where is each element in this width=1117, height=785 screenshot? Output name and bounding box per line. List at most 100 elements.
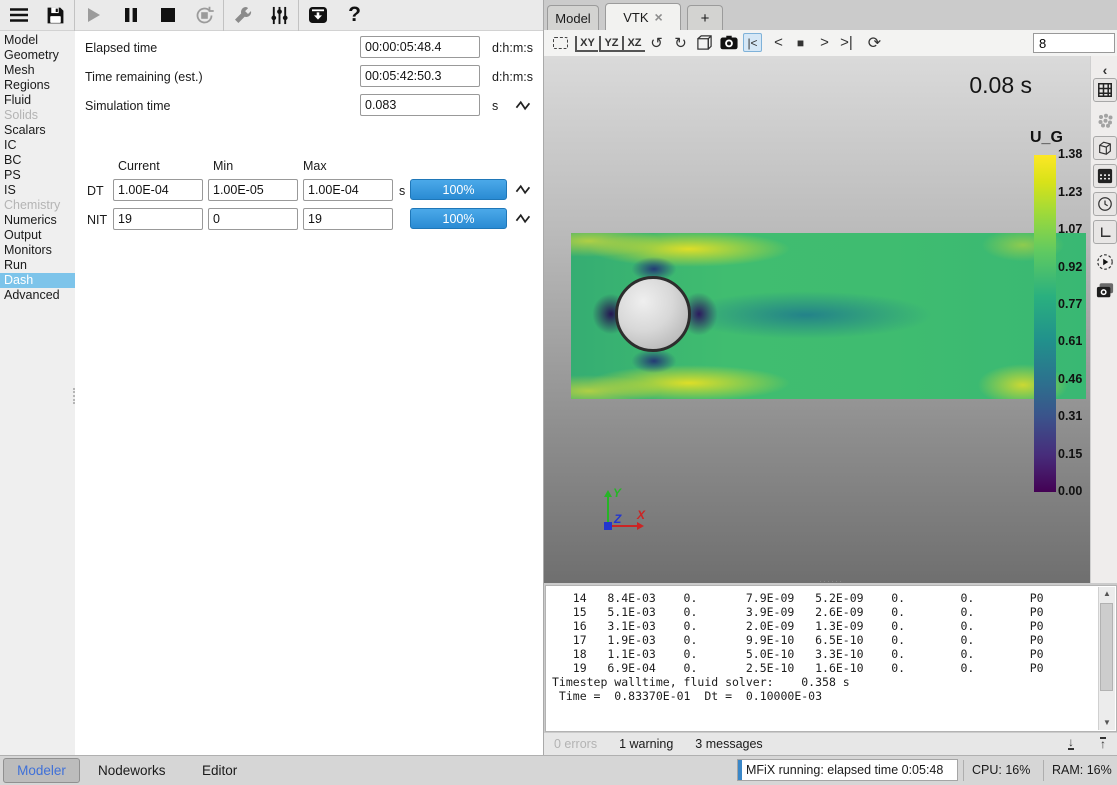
rotate-left-button[interactable]: ↺ — [647, 33, 666, 52]
column-header-current: Current — [118, 159, 160, 173]
console-scrollbar[interactable]: ▲ ▼ — [1098, 587, 1115, 730]
geometry-icon — [1097, 140, 1113, 156]
download-button[interactable] — [299, 0, 336, 30]
sidebar-item-scalars[interactable]: Scalars — [0, 123, 75, 138]
stop-playback-button[interactable]: ■ — [791, 33, 810, 52]
mode-editor-button[interactable]: Editor — [192, 758, 247, 783]
messages-count[interactable]: 3 messages — [695, 737, 762, 751]
sliders-icon — [270, 6, 289, 25]
sidebar-item-ps[interactable]: PS — [0, 168, 75, 183]
sidebar-item-dash[interactable]: Dash — [0, 273, 75, 288]
help-button[interactable]: ? — [336, 0, 373, 30]
reset-button[interactable] — [186, 0, 223, 30]
simulation-time-unit: s — [492, 99, 498, 113]
menu-button[interactable] — [0, 0, 37, 30]
stop-button[interactable] — [149, 0, 186, 30]
axes-corner-icon — [1098, 225, 1113, 240]
view-xz-button[interactable]: XZ — [622, 36, 645, 52]
sidebar-item-run[interactable]: Run — [0, 258, 75, 273]
nit-min-field[interactable] — [208, 208, 298, 230]
mode-modeler-button[interactable]: Modeler — [3, 758, 80, 783]
frame-number-field[interactable] — [1033, 33, 1115, 53]
vtk-toolbar: XY YZ XZ ↺ ↻ |< < ■ > >| ⟳ — [544, 30, 1117, 56]
reset-view-button[interactable] — [551, 33, 570, 52]
time-remaining-field[interactable] — [360, 65, 480, 87]
console-line: 15 5.1E-03 0. 3.9E-09 2.6E-09 0. 0. P0 — [552, 605, 1096, 619]
first-frame-button[interactable]: |< — [743, 33, 762, 52]
scroll-to-bottom-icon[interactable]: ↓ — [1068, 737, 1074, 750]
close-tab-icon[interactable]: × — [655, 11, 663, 23]
time-controls-button[interactable] — [1093, 192, 1117, 216]
cpu-usage: CPU: 16% — [972, 756, 1030, 785]
refresh-button[interactable]: ⟳ — [865, 33, 884, 52]
plot-simulation-time-icon[interactable] — [515, 99, 533, 112]
new-tab-button[interactable]: + — [687, 5, 723, 30]
save-button[interactable] — [37, 0, 74, 30]
next-frame-button[interactable]: > — [815, 33, 834, 52]
sidebar-item-regions[interactable]: Regions — [0, 78, 75, 93]
scroll-down-arrow-icon[interactable]: ▼ — [1099, 716, 1115, 730]
tab-model[interactable]: Model — [547, 5, 599, 30]
main-toolbar: ? — [0, 0, 543, 31]
play-settings-button[interactable] — [1093, 250, 1117, 274]
axis-y-label: Y — [613, 486, 621, 500]
cube-icon — [696, 34, 713, 51]
sidebar-item-monitors[interactable]: Monitors — [0, 243, 75, 258]
nit-max-field[interactable] — [303, 208, 393, 230]
dt-current-field[interactable] — [113, 179, 203, 201]
help-icon: ? — [348, 3, 361, 27]
console-output: 14 8.4E-03 0. 7.9E-09 5.2E-09 0. 0. P0 1… — [552, 591, 1096, 729]
previous-frame-button[interactable]: < — [769, 33, 788, 52]
vtk-render-view[interactable]: 0.08 s U_G 1.38 1.23 1.07 0.92 0.77 0.61… — [544, 56, 1090, 583]
plot-dt-icon[interactable] — [515, 183, 533, 196]
elapsed-time-field[interactable] — [360, 36, 480, 58]
mode-nodeworks-button[interactable]: Nodeworks — [88, 758, 176, 783]
settings-button[interactable] — [224, 0, 261, 30]
screenshot-button[interactable] — [719, 33, 738, 52]
solver-console[interactable]: 14 8.4E-03 0. 7.9E-09 5.2E-09 0. 0. P0 1… — [545, 585, 1117, 732]
sidebar-item-ic[interactable]: IC — [0, 138, 75, 153]
sidebar-item-advanced[interactable]: Advanced — [0, 288, 75, 303]
fit-view-icon — [553, 37, 568, 49]
last-frame-button[interactable]: >| — [837, 33, 856, 52]
colorbar — [1034, 155, 1056, 492]
warnings-count[interactable]: 1 warning — [619, 737, 673, 751]
reset-icon — [194, 5, 215, 26]
axes-settings-button[interactable] — [1093, 220, 1117, 244]
perspective-button[interactable] — [695, 33, 714, 52]
particles-icon — [1097, 113, 1114, 128]
toggle-cells-button[interactable] — [1093, 78, 1117, 102]
scroll-up-arrow-icon[interactable]: ▲ — [1099, 587, 1115, 601]
sidebar-item-mesh[interactable]: Mesh — [0, 63, 75, 78]
sidebar-item-model[interactable]: Model — [0, 33, 75, 48]
rotate-right-button[interactable]: ↻ — [671, 33, 690, 52]
snapshot-series-button[interactable] — [1093, 278, 1117, 302]
dt-min-field[interactable] — [208, 179, 298, 201]
save-icon — [46, 6, 65, 25]
dt-max-field[interactable] — [303, 179, 393, 201]
column-header-max: Max — [303, 159, 327, 173]
scroll-to-top-icon[interactable]: ↑ — [1100, 737, 1106, 750]
scrollbar-thumb[interactable] — [1100, 603, 1113, 691]
sidebar-item-is[interactable]: IS — [0, 183, 75, 198]
parameters-button[interactable] — [261, 0, 298, 30]
pause-button[interactable] — [112, 0, 149, 30]
toggle-nodes-button[interactable] — [1093, 164, 1117, 188]
sidebar-item-output[interactable]: Output — [0, 228, 75, 243]
view-xy-button[interactable]: XY — [575, 36, 598, 52]
console-splitter-handle[interactable]: ······ — [544, 578, 1117, 585]
run-button[interactable] — [75, 0, 112, 30]
sidebar-item-bc[interactable]: BC — [0, 153, 75, 168]
sidebar-item-geometry[interactable]: Geometry — [0, 48, 75, 63]
axis-x-label: X — [637, 508, 645, 522]
sidebar-item-numerics[interactable]: Numerics — [0, 213, 75, 228]
toggle-geometry-button[interactable] — [1093, 136, 1117, 160]
plot-nit-icon[interactable] — [515, 212, 533, 225]
sidebar-item-fluid[interactable]: Fluid — [0, 93, 75, 108]
console-line: 14 8.4E-03 0. 7.9E-09 5.2E-09 0. 0. P0 — [552, 591, 1096, 605]
simulation-time-field[interactable] — [360, 94, 480, 116]
view-yz-button[interactable]: YZ — [599, 36, 622, 52]
dt-row-label: DT — [87, 184, 104, 198]
nit-current-field[interactable] — [113, 208, 203, 230]
tab-vtk[interactable]: VTK × — [605, 3, 681, 30]
